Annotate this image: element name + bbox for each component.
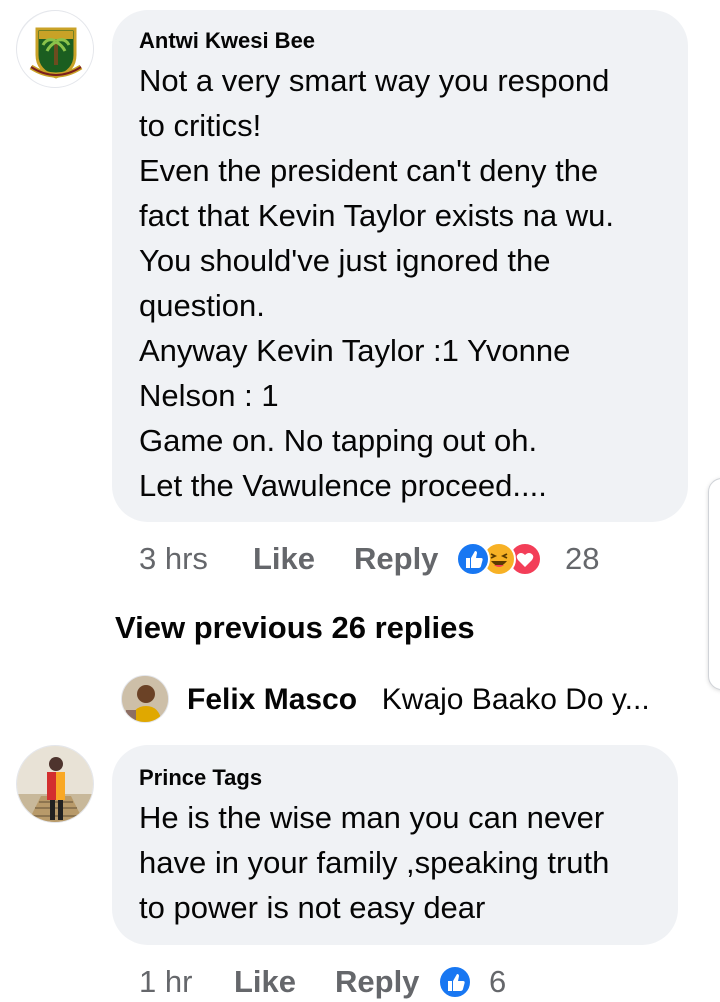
comment-line: have in your family ,speaking truth: [139, 845, 610, 880]
comment-text: Not a very smart way you respond to crit…: [139, 58, 614, 508]
comment-line: You should've just ignored the: [139, 243, 551, 278]
comment-bubble: Antwi Kwesi Bee Not a very smart way you…: [112, 10, 688, 522]
comment-line: Game on. No tapping out oh.: [139, 423, 538, 458]
comment-line: Not a very smart way you respond: [139, 63, 610, 98]
avatar-felix-masco[interactable]: [121, 675, 169, 723]
comment-timestamp[interactable]: 1 hr: [139, 962, 192, 1002]
avatar-prince-tags[interactable]: [16, 745, 94, 823]
comment-timestamp[interactable]: 3 hrs: [139, 539, 208, 579]
floating-side-panel[interactable]: [708, 478, 720, 690]
reply-preview[interactable]: Felix Masco Kwajo Baako Do y...: [187, 680, 650, 720]
comment-line: Even the president can't deny the: [139, 153, 599, 188]
comment-line: Anyway Kevin Taylor :1 Yvonne: [139, 333, 571, 368]
comment-line: to power is not easy dear: [139, 890, 486, 925]
comment-author[interactable]: Antwi Kwesi Bee: [139, 28, 614, 54]
view-previous-replies-link[interactable]: View previous 26 replies: [115, 608, 475, 648]
comment-author[interactable]: Prince Tags: [139, 765, 609, 791]
like-icon: [456, 542, 490, 576]
comment-line: question.: [139, 288, 265, 323]
comment-text: He is the wise man you can never have in…: [139, 795, 609, 930]
crest-logo: [17, 11, 93, 87]
like-button[interactable]: Like: [253, 539, 315, 579]
comment-line: He is the wise man you can never: [139, 800, 605, 835]
reply-button[interactable]: Reply: [354, 539, 438, 579]
comment-line: Nelson : 1: [139, 378, 279, 413]
comment-bubble: Prince Tags He is the wise man you can n…: [112, 745, 678, 945]
reactions-summary[interactable]: [456, 542, 558, 576]
comment-line: Let the Vawulence proceed....: [139, 468, 547, 503]
like-button[interactable]: Like: [234, 962, 296, 1002]
reply-preview-author[interactable]: Felix Masco: [187, 683, 357, 716]
like-icon[interactable]: [438, 965, 472, 999]
comment-line: to critics!: [139, 108, 262, 143]
comment-line: fact that Kevin Taylor exists na wu.: [139, 198, 614, 233]
reaction-count[interactable]: 28: [565, 539, 599, 579]
avatar-antwi-kwesi-bee[interactable]: [16, 10, 94, 88]
reaction-count[interactable]: 6: [489, 962, 506, 1002]
reply-button[interactable]: Reply: [335, 962, 419, 1002]
reply-preview-text: Kwajo Baako Do y...: [381, 683, 650, 716]
